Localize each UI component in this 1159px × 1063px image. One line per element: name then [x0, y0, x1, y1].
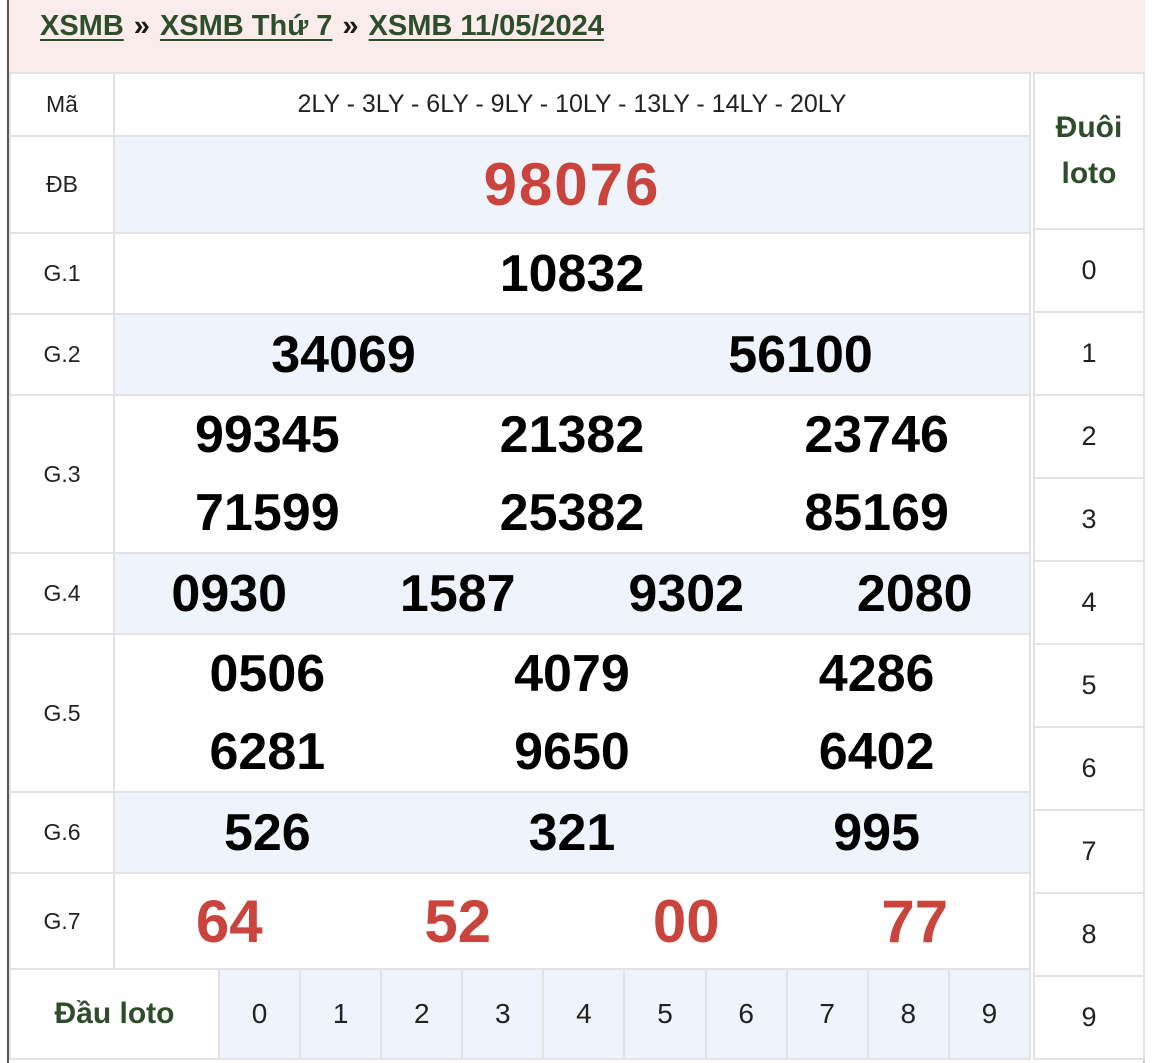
dau-loto-digit[interactable]: 5 [623, 968, 707, 1060]
prize-number: 21382 [499, 406, 645, 464]
breadcrumb-link-xsmb[interactable]: XSMB [40, 10, 124, 42]
breadcrumb-separator: » [342, 10, 359, 42]
prize-number: 4079 [514, 645, 630, 703]
duoi-loto-digit[interactable]: 0 [1033, 228, 1145, 313]
dau-loto-digit[interactable]: 2 [380, 968, 464, 1060]
codes-label: Mã [9, 72, 115, 137]
prize-number: 23746 [804, 406, 949, 464]
breadcrumb-link-xsmb-thu-7[interactable]: XSMB Thứ 7 [160, 10, 332, 42]
special-prize-number: 98076 [483, 151, 661, 218]
dau-loto-digit[interactable]: 0 [217, 968, 302, 1060]
prize-number: 2080 [856, 564, 973, 623]
prize-number: 34069 [271, 325, 416, 384]
prize-number-red: 64 [195, 887, 263, 955]
prize-label-db: ĐB [9, 135, 115, 234]
dau-loto-header: Đầu loto [9, 968, 220, 1060]
duoi-loto-digit[interactable]: 8 [1033, 892, 1145, 977]
prize-number: 25382 [499, 484, 645, 542]
dau-loto-digit[interactable]: 4 [542, 968, 626, 1060]
prize-label-g2: G.2 [9, 313, 115, 396]
duoi-loto-digit[interactable]: 6 [1033, 726, 1145, 811]
duoi-loto-digit[interactable]: 9 [1033, 975, 1145, 1060]
prize-row-g2: G.2 34069 56100 [9, 313, 1031, 396]
prize-number: 99345 [195, 406, 340, 464]
prize-number-red: 00 [652, 887, 720, 955]
duoi-loto-digit[interactable]: 1 [1033, 311, 1145, 396]
prize-label-g7: G.7 [9, 872, 115, 970]
prize-number: 995 [833, 803, 921, 862]
prize-number: 71599 [195, 484, 340, 542]
prize-row-g3: G.3 99345 21382 23746 71599 25382 85169 [9, 394, 1031, 554]
dau-loto-digit[interactable]: 1 [299, 968, 383, 1060]
breadcrumb-link-xsmb-date[interactable]: XSMB 11/05/2024 [369, 10, 604, 42]
prize-number: 4286 [818, 645, 935, 703]
duoi-loto-digit[interactable]: 5 [1033, 643, 1145, 728]
breadcrumb: XSMB » XSMB Thứ 7 » XSMB 11/05/2024 [9, 0, 1145, 72]
prize-number: 1587 [399, 564, 516, 623]
prize-row-g7: G.7 64 52 00 77 [9, 872, 1031, 970]
duoi-loto-digit[interactable]: 7 [1033, 809, 1145, 894]
prize-number: 9650 [514, 723, 630, 781]
dau-loto-digit[interactable]: 3 [461, 968, 545, 1060]
prize-number: 6402 [818, 723, 935, 781]
prize-number: 0506 [209, 645, 326, 703]
prize-number: 0930 [171, 564, 288, 623]
prize-label-g5: G.5 [9, 633, 115, 793]
prize-number: 526 [223, 803, 311, 862]
duoi-loto-digit[interactable]: 2 [1033, 394, 1145, 479]
duoi-loto-header-line1: Đuôi [1055, 111, 1123, 144]
codes-row: Mã 2LY - 3LY - 6LY - 9LY - 10LY - 13LY -… [9, 72, 1031, 137]
prize-number: 10832 [499, 244, 645, 303]
prize-number: 56100 [728, 325, 873, 384]
results-table: Mã 2LY - 3LY - 6LY - 9LY - 10LY - 13LY -… [9, 72, 1031, 970]
codes-value: 2LY - 3LY - 6LY - 9LY - 10LY - 13LY - 14… [113, 72, 1031, 137]
duoi-loto-header-line2: loto [1061, 157, 1117, 190]
duoi-loto-digit[interactable]: 4 [1033, 560, 1145, 645]
prize-number: 9302 [628, 564, 745, 623]
dau-loto-row: Đầu loto 0 1 2 3 4 5 6 7 8 9 [9, 968, 1032, 1060]
duoi-loto-column: Đuôi loto 0 1 2 3 4 5 6 7 8 9 [1033, 72, 1145, 1060]
prize-row-g6: G.6 526 321 995 [9, 791, 1031, 874]
prize-row-db: ĐB 98076 [9, 135, 1031, 234]
duoi-loto-digit[interactable]: 3 [1033, 477, 1145, 562]
duoi-loto-header: Đuôi loto [1033, 72, 1145, 230]
prize-number: 6281 [209, 723, 326, 781]
prize-number-red: 77 [881, 887, 949, 955]
prize-label-g4: G.4 [9, 552, 115, 635]
breadcrumb-separator: » [133, 10, 150, 42]
prize-number: 85169 [804, 484, 949, 542]
prize-number-red: 52 [424, 887, 492, 955]
prize-row-g4: G.4 0930 1587 9302 2080 [9, 552, 1031, 635]
prize-label-g3: G.3 [9, 394, 115, 554]
dau-loto-digit[interactable]: 8 [866, 968, 950, 1060]
dau-loto-digit[interactable]: 7 [785, 968, 869, 1060]
prize-label-g6: G.6 [9, 791, 115, 874]
dau-loto-digit[interactable]: 6 [704, 968, 788, 1060]
prize-label-g1: G.1 [9, 232, 115, 315]
prize-number: 321 [528, 803, 616, 862]
prize-row-g1: G.1 10832 [9, 232, 1031, 315]
prize-row-g5: G.5 0506 4079 4286 6281 9650 6402 [9, 633, 1031, 793]
dau-loto-digit[interactable]: 9 [947, 968, 1032, 1060]
